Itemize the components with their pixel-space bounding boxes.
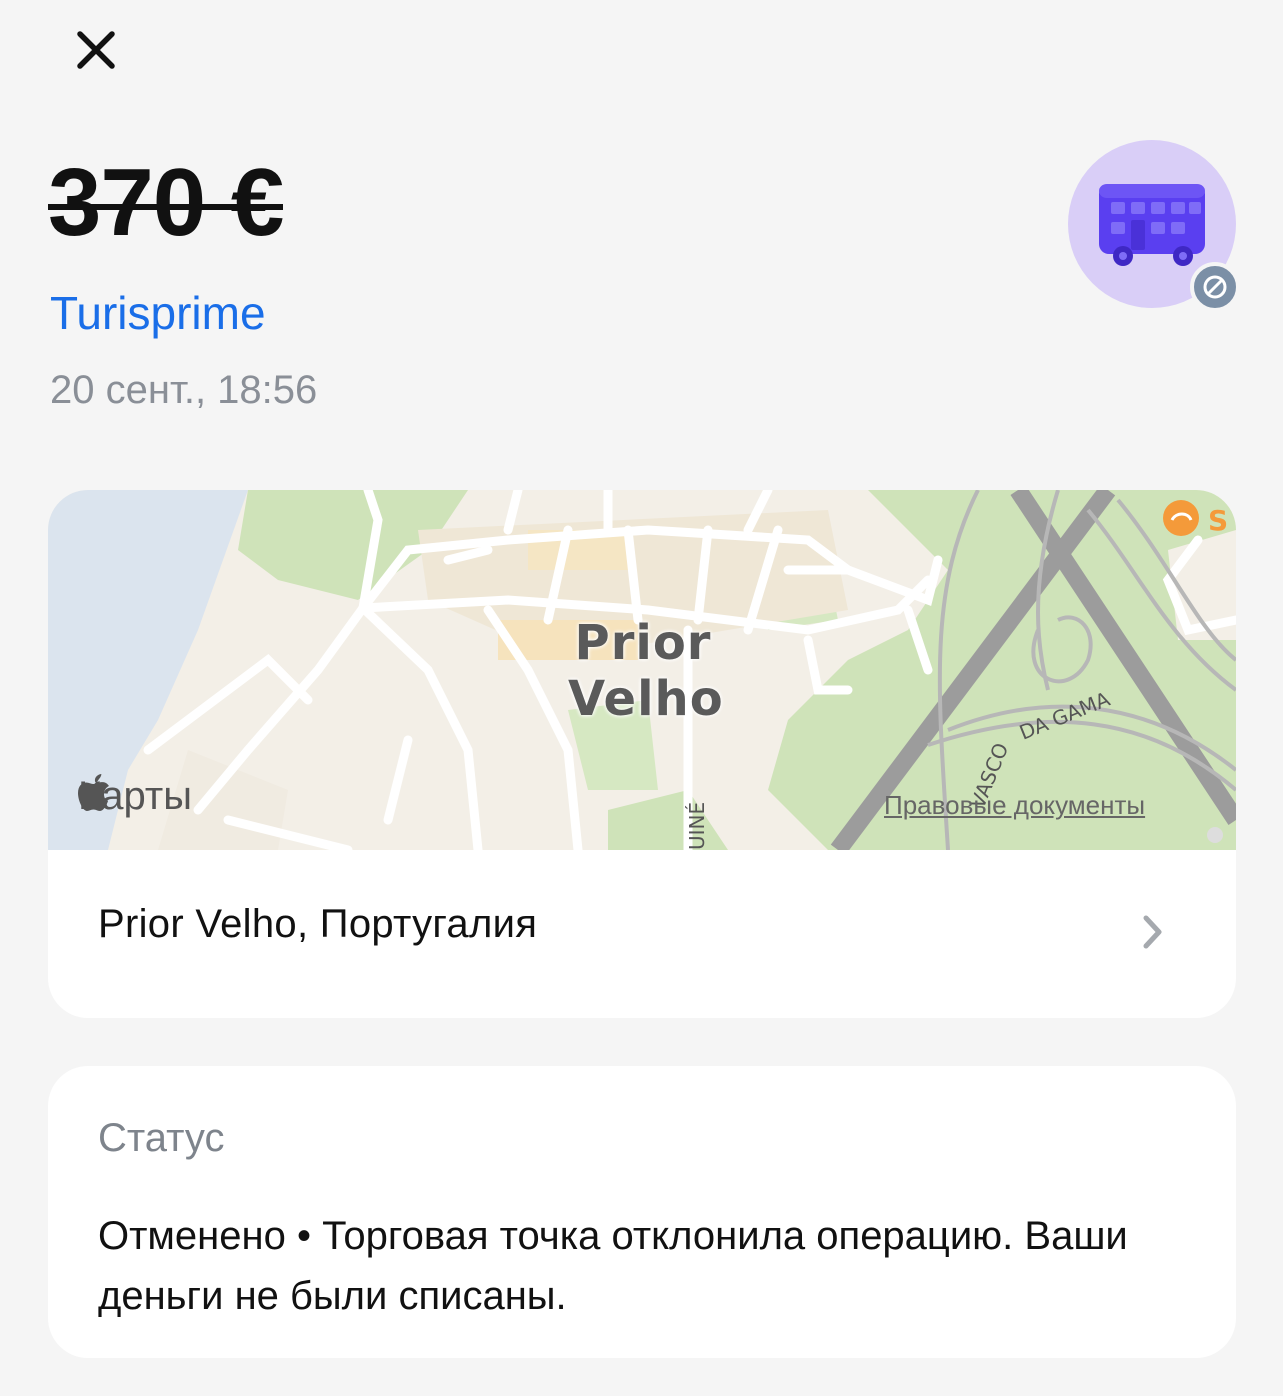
blocked-badge — [1190, 262, 1240, 312]
bus-icon — [1099, 184, 1205, 266]
status-text: Отменено • Торговая точка отклонила опер… — [98, 1214, 1128, 1318]
location-text: Prior Velho, Португалия — [98, 902, 538, 946]
blocked-icon — [1203, 275, 1227, 299]
amount-strikethrough: 370 € — [48, 148, 284, 258]
amount-value: 370 € — [48, 149, 284, 256]
map-place-label: Prior Velho — [568, 615, 724, 727]
map-place-line2: Velho — [568, 671, 724, 727]
status-title: Статус — [98, 1116, 225, 1160]
close-icon — [77, 31, 115, 69]
map-place-line1: Prior — [574, 615, 712, 671]
legal-link[interactable]: Правовые документы — [884, 790, 1145, 821]
close-button[interactable] — [68, 22, 124, 78]
chevron-right-icon — [1143, 915, 1162, 949]
status-card: Статус Отменено • Торговая точка отклони… — [48, 1066, 1236, 1358]
transaction-datetime: 20 сент., 18:56 — [50, 368, 318, 412]
street-label: UINÉ — [685, 802, 709, 850]
map-view[interactable]: S DA GAMA VASCO UINÉ Prior Velho Карты П… — [48, 490, 1236, 850]
maps-brand: Карты — [78, 774, 192, 819]
merchant-link[interactable]: Turisprime — [50, 286, 266, 340]
poi-label: S — [1208, 504, 1228, 537]
apple-icon — [78, 774, 109, 811]
location-card: S DA GAMA VASCO UINÉ Prior Velho Карты П… — [48, 490, 1236, 1018]
location-row[interactable]: Prior Velho, Португалия — [48, 850, 1236, 1018]
strike-line — [48, 204, 284, 210]
